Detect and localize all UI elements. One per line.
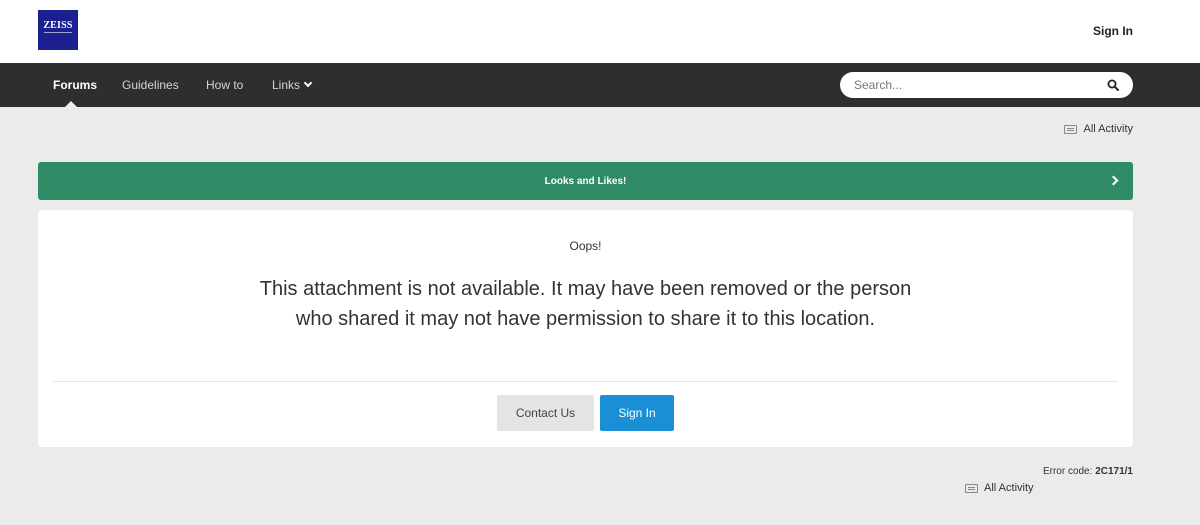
activity-icon: [965, 483, 978, 493]
error-code-value: 2C171/1: [1095, 466, 1133, 477]
activity-icon: [1064, 124, 1078, 134]
chevron-down-icon: [303, 78, 313, 88]
all-activity-link-top[interactable]: All Activity: [1064, 123, 1133, 135]
nav-item-how-to[interactable]: How to: [206, 78, 243, 92]
all-activity-label: All Activity: [984, 482, 1034, 494]
card-divider: [53, 381, 1118, 382]
all-activity-link-bottom[interactable]: All Activity: [965, 482, 1034, 494]
zeiss-logo[interactable]: ZEISS: [38, 10, 78, 50]
logo-text: ZEISS: [43, 20, 73, 31]
error-message: This attachment is not available. It may…: [259, 278, 912, 330]
error-heading: Oops!: [569, 239, 602, 253]
sign-in-button[interactable]: Sign In: [600, 395, 674, 431]
banner-label: Looks and Likes!: [544, 175, 627, 187]
announcement-banner[interactable]: Looks and Likes!: [38, 162, 1133, 200]
error-card: Oops! This attachment is not available. …: [38, 210, 1133, 447]
nav-item-links[interactable]: Links: [272, 78, 313, 92]
main-nav-bar: Forums Guidelines How to Links: [0, 63, 1200, 107]
all-activity-label: All Activity: [1083, 123, 1133, 135]
error-code-prefix: Error code:: [1042, 466, 1093, 477]
contact-us-button[interactable]: Contact Us: [497, 395, 594, 431]
nav-item-links-label: Links: [272, 78, 301, 92]
error-code: Error code: 2C171/1: [1043, 466, 1133, 477]
nav-item-forums[interactable]: Forums: [53, 78, 97, 92]
active-nav-caret: [65, 101, 77, 107]
nav-item-guidelines[interactable]: Guidelines: [122, 78, 179, 92]
search-input[interactable]: [854, 72, 1094, 98]
chevron-right-icon: [1108, 175, 1119, 186]
search-icon[interactable]: [1107, 79, 1119, 91]
search-box: [840, 72, 1133, 98]
top-header: ZEISS Sign In: [0, 0, 1200, 63]
header-sign-in-link[interactable]: Sign In: [1093, 24, 1133, 38]
